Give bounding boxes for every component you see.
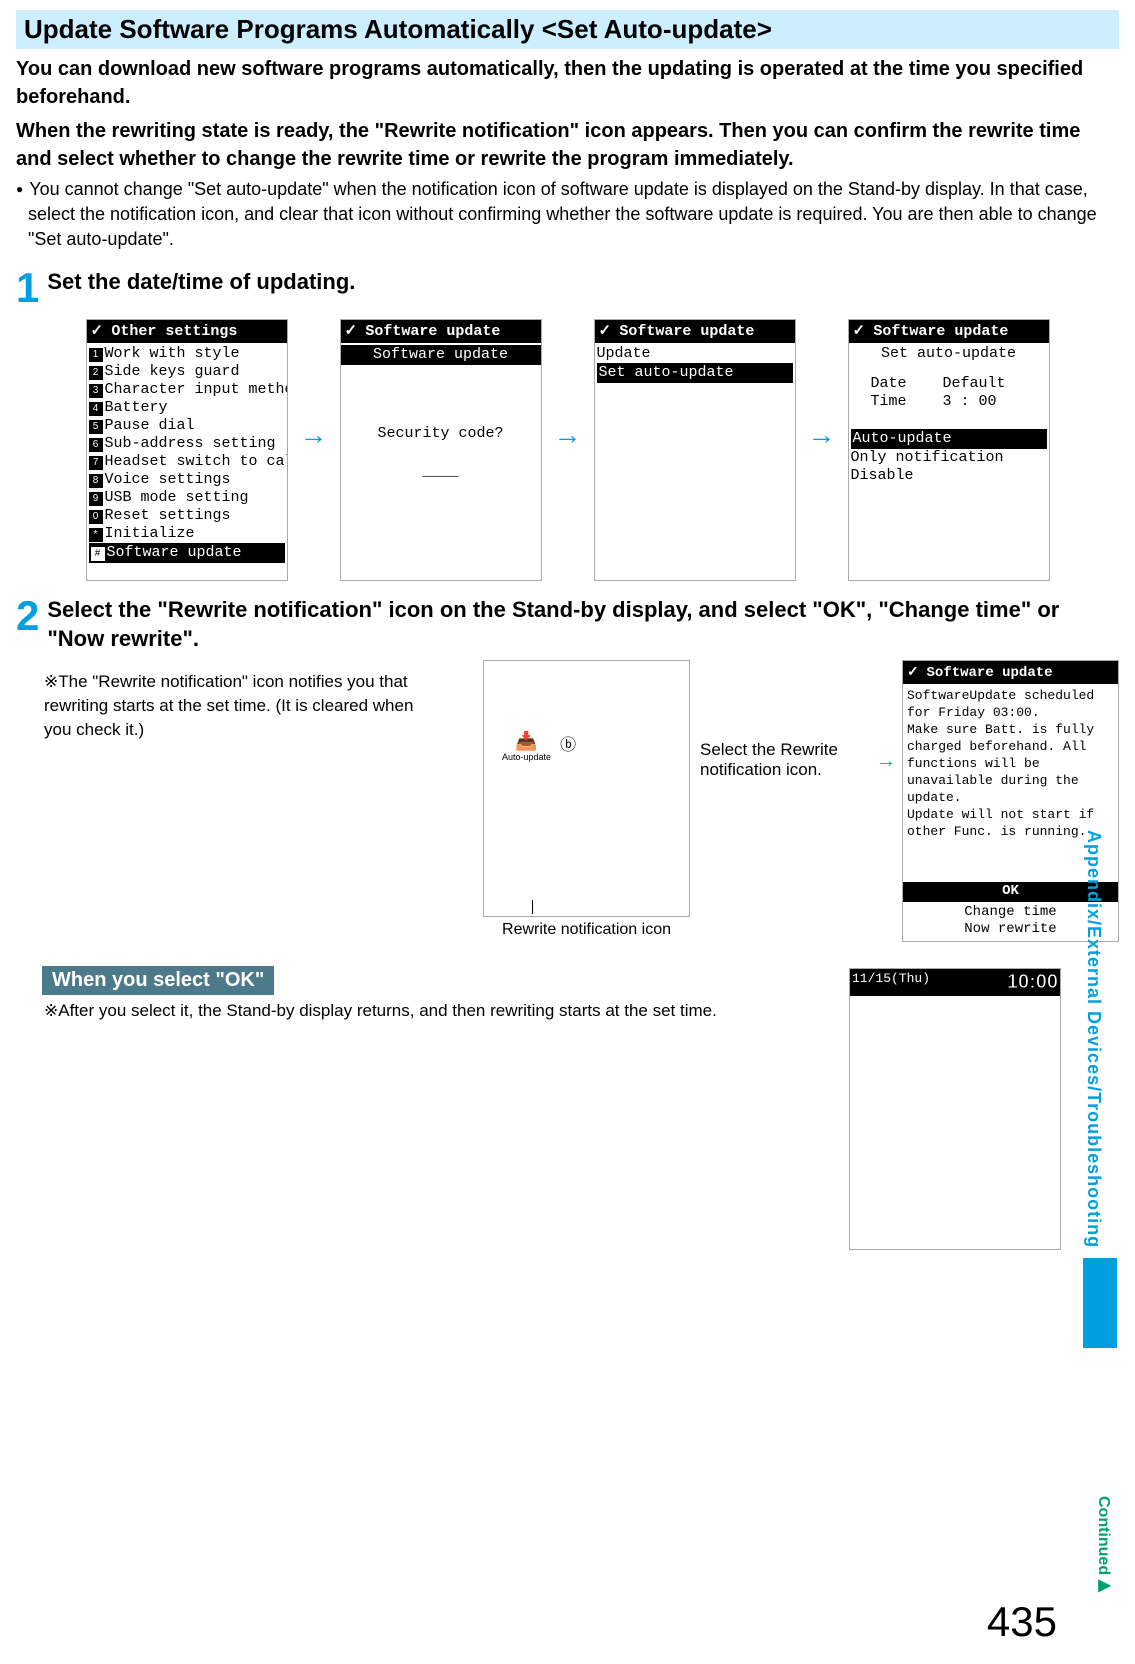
rewrite-note: ※The "Rewrite notification" icon notifie… — [44, 670, 424, 741]
continued-label: Continued▶ — [1094, 1496, 1113, 1594]
phone-set-auto-update: ✓ Software update Set auto-update Date D… — [848, 319, 1050, 581]
side-tab: Appendix/External Devices/Troubleshootin… — [1083, 830, 1117, 1460]
sub-header-ok: When you select "OK" — [42, 966, 274, 995]
screens-row-1: ✓ Other settings 1Work with style 2Side … — [16, 319, 1119, 581]
bullet-note: You cannot change "Set auto-update" when… — [16, 177, 1119, 253]
arrow-icon: → — [554, 419, 582, 451]
select-rewrite-note: Select the Rewrite notification icon. — [700, 740, 860, 780]
page-number: 435 — [987, 1598, 1057, 1646]
phone-standby-with-icon: 📥 Auto-update ⓑ — [483, 660, 690, 917]
lead-paragraph-2: When the rewriting state is ready, the "… — [16, 117, 1119, 173]
phone-update-menu: ✓ Software update Update Set auto-update — [594, 319, 796, 581]
step-text: Select the "Rewrite notification" icon o… — [47, 595, 1119, 654]
bluetooth-icon: ⓑ — [560, 731, 576, 755]
arrow-icon: → — [876, 750, 896, 773]
arrow-icon: → — [300, 419, 328, 451]
step-number: 1 — [16, 267, 39, 309]
step-1: 1 Set the date/time of updating. — [16, 267, 1119, 309]
phone-standby-final: 11/15(Thu) 10:00 — [849, 968, 1061, 1250]
phone-other-settings: ✓ Other settings 1Work with style 2Side … — [86, 319, 288, 581]
step-number: 2 — [16, 595, 39, 637]
arrow-icon: → — [808, 419, 836, 451]
auto-update-icon: 📥 Auto-update — [502, 731, 551, 762]
section-header: Update Software Programs Automatically <… — [16, 10, 1119, 49]
step-text: Set the date/time of updating. — [47, 267, 355, 297]
step-2: 2 Select the "Rewrite notification" icon… — [16, 595, 1119, 654]
lead-paragraph-1: You can download new software programs a… — [16, 55, 1119, 111]
phone-security-code: ✓ Software update Software update Securi… — [340, 319, 542, 581]
rewrite-icon-caption: Rewrite notification icon — [483, 921, 690, 939]
